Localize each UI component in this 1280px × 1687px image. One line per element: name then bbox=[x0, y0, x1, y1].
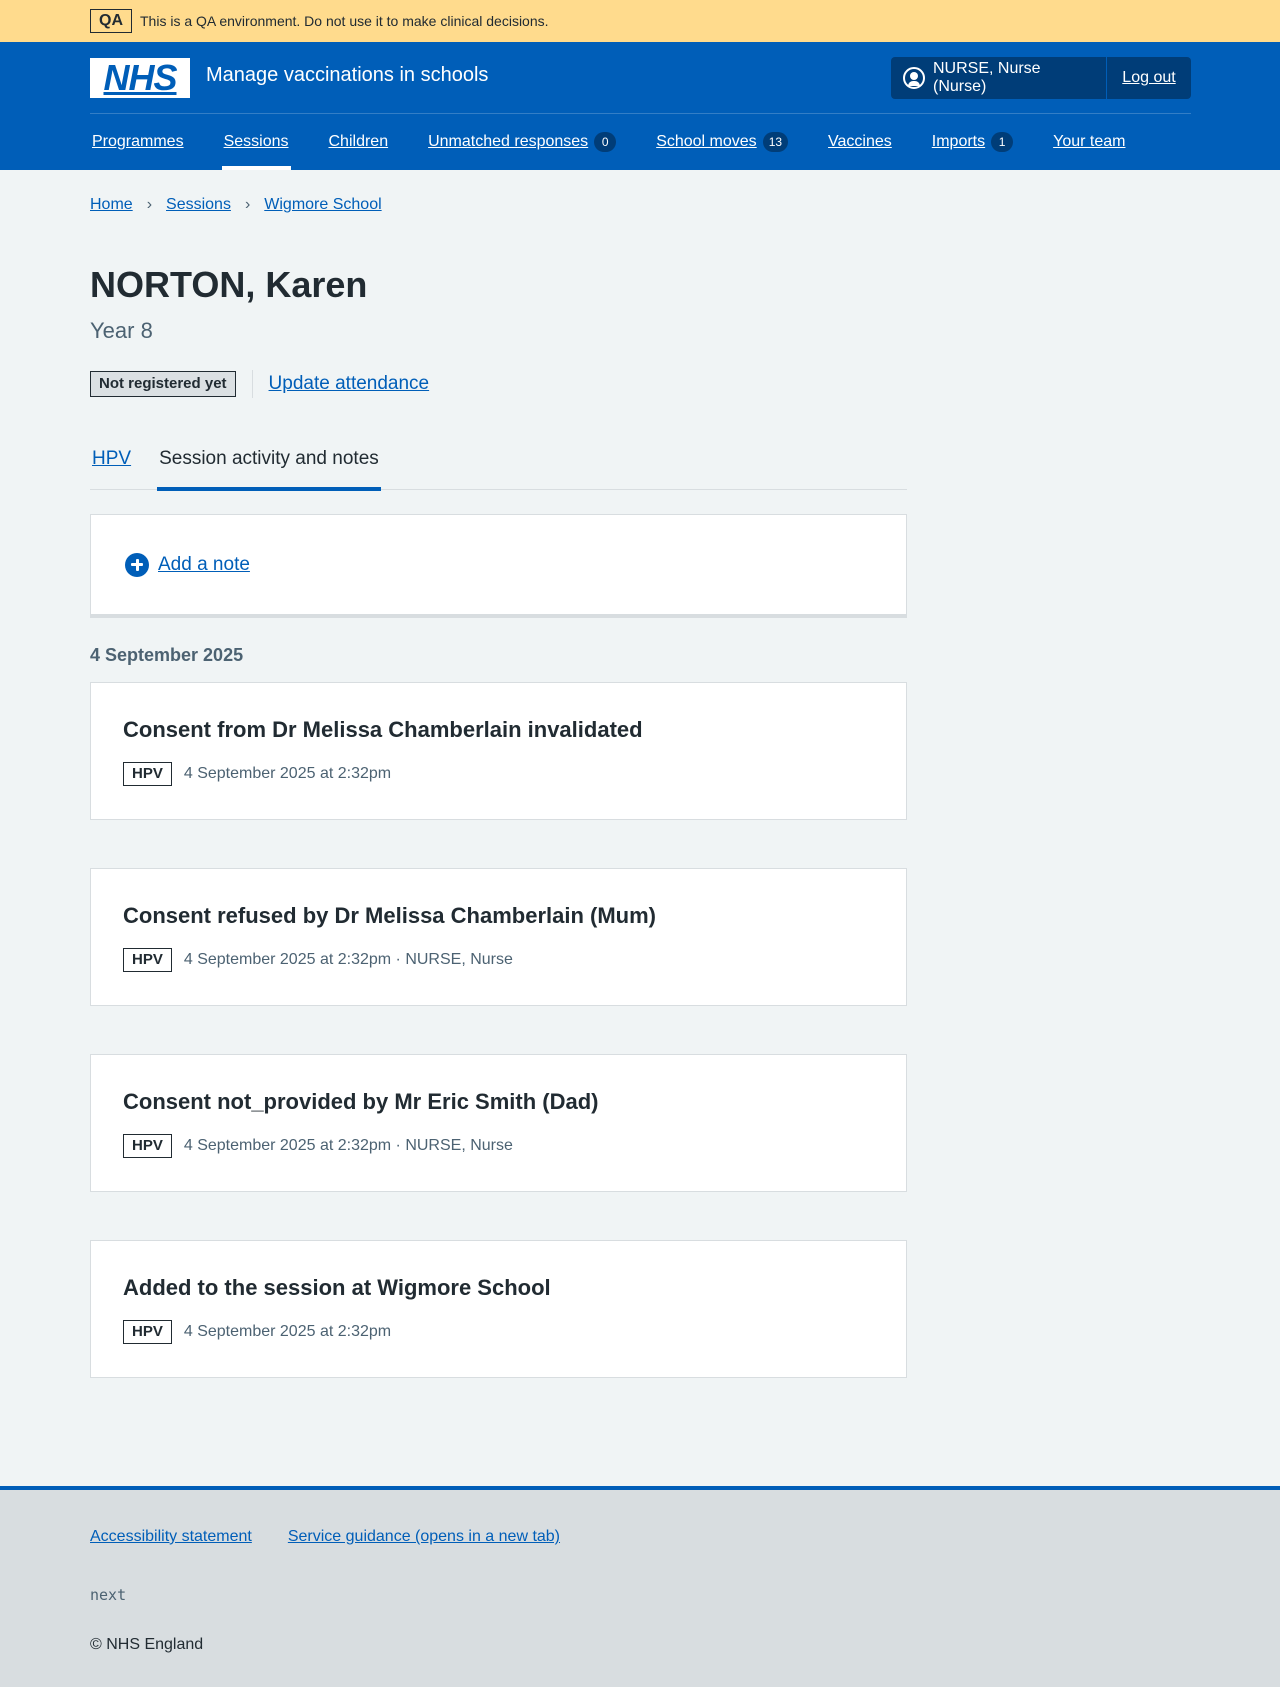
breadcrumb-sessions[interactable]: Sessions bbox=[166, 196, 231, 214]
activity-title: Consent not_provided by Mr Eric Smith (D… bbox=[123, 1089, 599, 1114]
nhs-logo[interactable]: NHS bbox=[90, 58, 190, 98]
copyright: © NHS England bbox=[90, 1636, 204, 1653]
nav-link-sessions[interactable]: Sessions bbox=[224, 133, 289, 151]
programme-tag: HPV bbox=[123, 1320, 172, 1344]
programme-tabs: HPV Session activity and notes bbox=[90, 436, 907, 491]
status-divider bbox=[251, 370, 253, 398]
activity-card: Added to the session at Wigmore School H… bbox=[90, 1240, 907, 1378]
site-footer: Accessibility statement Service guidance… bbox=[0, 1486, 1280, 1687]
service-name[interactable]: Manage vaccinations in schools bbox=[206, 64, 488, 87]
nav-link-children[interactable]: Children bbox=[329, 133, 389, 151]
nav-link-your-team[interactable]: Your team bbox=[1053, 133, 1125, 151]
nhs-logo-text: NHS bbox=[103, 57, 177, 98]
add-note-link[interactable]: Add a note bbox=[158, 554, 250, 576]
nav-item-school-moves[interactable]: School moves 13 bbox=[654, 114, 790, 170]
tab-hpv[interactable]: HPV bbox=[90, 436, 133, 490]
plus-circle-icon[interactable] bbox=[125, 552, 149, 577]
activity-card: Consent refused by Dr Melissa Chamberlai… bbox=[90, 868, 907, 1006]
activity-meta: HPV 4 September 2025 at 2:32pm · NURSE, … bbox=[123, 1134, 906, 1158]
nav-item-children[interactable]: Children bbox=[327, 114, 391, 170]
activity-timestamp: 4 September 2025 at 2:32pm · NURSE, Nurs… bbox=[183, 1137, 513, 1154]
logout-link[interactable]: Log out bbox=[1107, 57, 1191, 99]
account-user-name: NURSE, Nurse (Nurse) bbox=[933, 60, 1041, 95]
school-moves-count: 13 bbox=[762, 132, 789, 152]
qa-tag: QA bbox=[90, 9, 132, 33]
activity-title: Consent refused by Dr Melissa Chamberlai… bbox=[123, 903, 656, 928]
update-attendance-link[interactable]: Update attendance bbox=[269, 373, 430, 395]
programme-tag: HPV bbox=[123, 762, 172, 786]
nav-item-vaccines[interactable]: Vaccines bbox=[826, 114, 894, 170]
tab-session-activity-and-notes[interactable]: Session activity and notes bbox=[157, 436, 381, 491]
nav-link-programmes[interactable]: Programmes bbox=[92, 133, 184, 151]
nav-link-vaccines[interactable]: Vaccines bbox=[828, 133, 892, 151]
nav-item-sessions[interactable]: Sessions bbox=[221, 114, 291, 170]
qa-banner: QA This is a QA environment. Do not use … bbox=[0, 0, 1280, 42]
programme-tag: HPV bbox=[123, 948, 172, 972]
activity-meta: HPV 4 September 2025 at 2:32pm bbox=[123, 1320, 906, 1344]
activity-title: Consent from Dr Melissa Chamberlain inva… bbox=[123, 717, 643, 742]
activity-card: Consent from Dr Melissa Chamberlain inva… bbox=[90, 682, 907, 820]
activity-meta: HPV 4 September 2025 at 2:32pm · NURSE, … bbox=[123, 948, 906, 972]
imports-count: 1 bbox=[991, 132, 1014, 152]
activity-timestamp: 4 September 2025 at 2:32pm bbox=[183, 765, 392, 782]
add-note-card: Add a note bbox=[90, 514, 907, 618]
activity-date-heading: 4 September 2025 bbox=[90, 645, 244, 665]
activity-timestamp: 4 September 2025 at 2:32pm · NURSE, Nurs… bbox=[183, 951, 513, 968]
nav-item-unmatched-responses[interactable]: Unmatched responses 0 bbox=[426, 114, 618, 170]
breadcrumb-school[interactable]: Wigmore School bbox=[264, 196, 381, 214]
account-menu: NURSE, Nurse (Nurse) Log out bbox=[891, 57, 1191, 99]
programme-tag: HPV bbox=[123, 1134, 172, 1158]
unmatched-responses-count: 0 bbox=[594, 132, 617, 152]
activity-meta: HPV 4 September 2025 at 2:32pm bbox=[123, 762, 906, 786]
chevron-right-icon: › bbox=[244, 196, 251, 213]
activity-card: Consent not_provided by Mr Eric Smith (D… bbox=[90, 1054, 907, 1192]
patient-year: Year 8 bbox=[90, 318, 153, 343]
nav-item-programmes[interactable]: Programmes bbox=[90, 114, 186, 170]
nav-link-unmatched-responses[interactable]: Unmatched responses bbox=[428, 133, 588, 151]
nav-link-school-moves[interactable]: School moves bbox=[656, 133, 757, 151]
qa-banner-text: This is a QA environment. Do not use it … bbox=[140, 13, 549, 29]
service-guidance-link[interactable]: Service guidance (opens in a new tab) bbox=[288, 1528, 560, 1546]
primary-navigation: Programmes Sessions Children Unmatched r… bbox=[90, 114, 1163, 170]
chevron-right-icon: › bbox=[146, 196, 153, 213]
breadcrumb-home[interactable]: Home bbox=[90, 196, 133, 214]
app-version: next bbox=[90, 1586, 127, 1604]
registration-status-badge: Not registered yet bbox=[90, 371, 236, 397]
footer-links: Accessibility statement Service guidance… bbox=[90, 1528, 596, 1546]
nav-item-your-team[interactable]: Your team bbox=[1051, 114, 1127, 170]
user-icon bbox=[903, 67, 925, 89]
page-title: NORTON, Karen bbox=[90, 264, 368, 305]
activity-title: Added to the session at Wigmore School bbox=[123, 1275, 551, 1300]
attendance-status-row: Not registered yet Update attendance bbox=[90, 370, 429, 398]
accessibility-statement-link[interactable]: Accessibility statement bbox=[90, 1528, 252, 1546]
site-header: NHS Manage vaccinations in schools NURSE… bbox=[0, 42, 1280, 170]
breadcrumb: Home › Sessions › Wigmore School bbox=[90, 196, 382, 214]
activity-timestamp: 4 September 2025 at 2:32pm bbox=[183, 1323, 392, 1340]
nav-item-imports[interactable]: Imports 1 bbox=[930, 114, 1015, 170]
nav-link-imports[interactable]: Imports bbox=[932, 133, 985, 151]
account-user: NURSE, Nurse (Nurse) bbox=[891, 57, 1107, 99]
